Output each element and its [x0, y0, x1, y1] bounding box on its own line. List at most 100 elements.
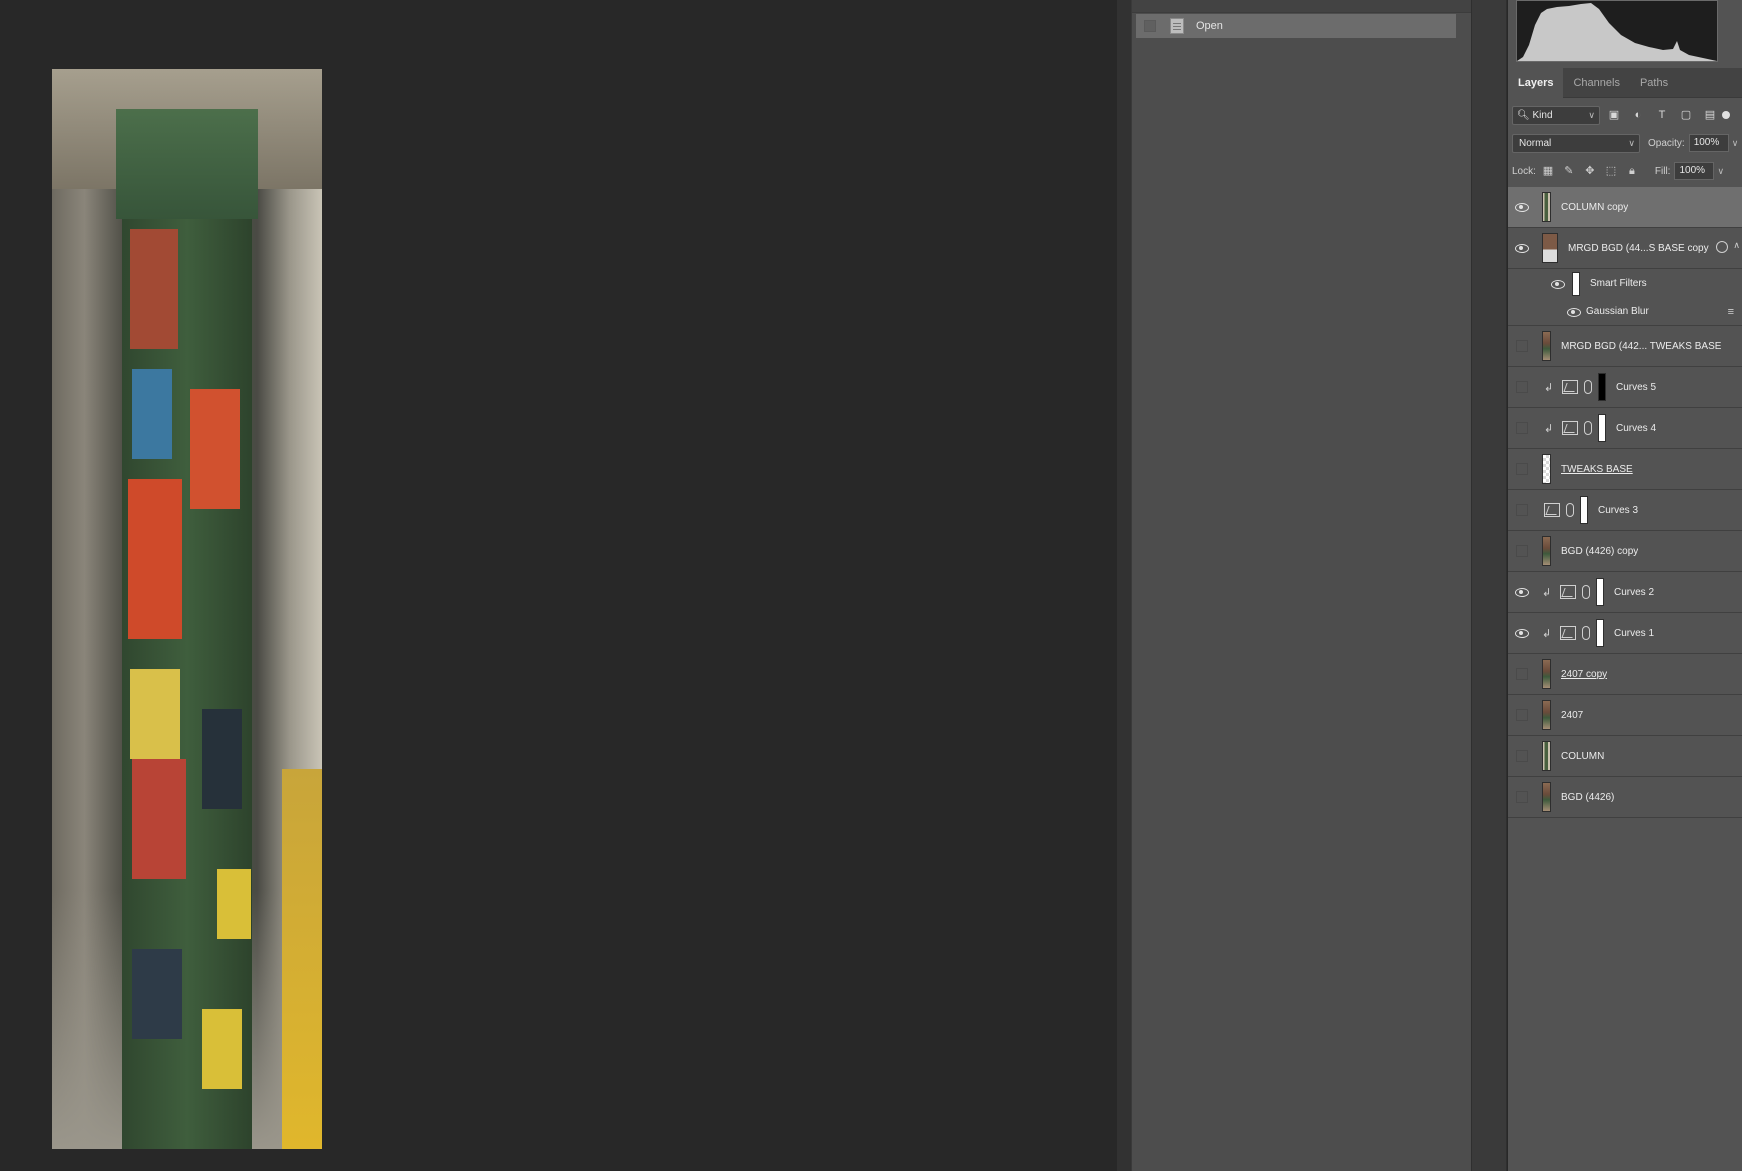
link-icon[interactable] [1566, 503, 1574, 517]
layer-row[interactable]: MRGD BGD (44...S BASE copy ∧ [1508, 228, 1742, 269]
layer-row[interactable]: COLUMN copy [1508, 187, 1742, 228]
layer-row[interactable]: BGD (4426) [1508, 777, 1742, 818]
image-column-cap [116, 109, 258, 219]
layer-row[interactable]: Curves 3 [1508, 490, 1742, 531]
collapse-filters-icon[interactable]: ∧ [1733, 240, 1740, 251]
image-poster [132, 369, 172, 459]
clipping-arrow-icon: ↲ [1542, 586, 1552, 599]
lock-artboard-icon[interactable]: ⬚ [1602, 163, 1620, 179]
layer-row[interactable]: 2407 [1508, 695, 1742, 736]
layer-row[interactable]: ↲ Curves 1 [1508, 613, 1742, 654]
layer-row[interactable]: ↲ Curves 5 [1508, 367, 1742, 408]
clipping-arrow-icon: ↲ [1542, 627, 1552, 640]
visibility-toggle[interactable] [1516, 709, 1528, 721]
histogram-graph [1517, 3, 1717, 61]
layer-mask-thumbnail[interactable] [1580, 496, 1588, 524]
visibility-toggle[interactable] [1516, 791, 1528, 803]
history-snapshot-checkbox[interactable] [1144, 20, 1156, 32]
tab-paths[interactable]: Paths [1630, 68, 1678, 98]
layer-name: Curves 5 [1616, 381, 1657, 393]
layer-mask-thumbnail[interactable] [1596, 619, 1604, 647]
curves-adjustment-icon [1560, 626, 1576, 640]
smart-filters-row[interactable]: Smart Filters [1508, 269, 1742, 298]
history-item-open[interactable]: Open [1136, 14, 1456, 38]
visibility-toggle[interactable] [1516, 545, 1528, 557]
lock-transparent-pixels-icon[interactable]: ▦ [1539, 163, 1557, 179]
layer-name: Curves 3 [1598, 504, 1639, 516]
visibility-eye-icon[interactable] [1514, 625, 1530, 641]
blend-mode-select[interactable]: Normal ∨ [1512, 133, 1640, 153]
link-icon[interactable] [1582, 585, 1590, 599]
layer-thumbnail [1542, 741, 1551, 771]
layer-thumbnail [1542, 331, 1551, 361]
shape-layer-filter-icon[interactable]: ▢ [1676, 106, 1696, 124]
link-icon[interactable] [1584, 380, 1592, 394]
visibility-eye-icon[interactable] [1566, 304, 1582, 320]
chevron-down-icon: ∨ [1588, 109, 1595, 120]
type-layer-filter-icon[interactable]: T [1652, 106, 1672, 124]
link-icon[interactable] [1584, 421, 1592, 435]
fill-field[interactable]: 100% [1674, 162, 1715, 180]
visibility-toggle[interactable] [1516, 422, 1528, 434]
histogram-panel [1516, 0, 1718, 62]
clipping-arrow-icon: ↲ [1544, 381, 1554, 394]
layer-row[interactable]: MRGD BGD (442... TWEAKS BASE [1508, 326, 1742, 367]
visibility-toggle[interactable] [1516, 381, 1528, 393]
canvas-vertical-scrollbar[interactable] [1117, 0, 1141, 1171]
link-icon[interactable] [1582, 626, 1590, 640]
visibility-toggle[interactable] [1516, 504, 1528, 516]
lock-fill-row: Lock: ▦ ✎ ✥ ⬚ 🔒︎ Fill: 100% ∨ [1512, 161, 1742, 181]
layer-name: TWEAKS BASE [1561, 463, 1633, 475]
layer-name: MRGD BGD (442... TWEAKS BASE [1561, 340, 1722, 352]
smart-object-thumbnail [1542, 233, 1558, 263]
filter-toggle-icon[interactable] [1722, 111, 1730, 119]
layer-row[interactable]: 2407 copy [1508, 654, 1742, 695]
filter-kind-select[interactable]: 🔍︎ Kind ∨ [1512, 105, 1600, 125]
visibility-eye-icon[interactable] [1514, 199, 1530, 215]
layer-row[interactable]: TWEAKS BASE [1508, 449, 1742, 490]
filter-blending-options-icon[interactable]: ≡ [1728, 306, 1734, 318]
layer-row[interactable]: BGD (4426) copy [1508, 531, 1742, 572]
visibility-toggle[interactable] [1516, 750, 1528, 762]
image-poster [132, 759, 186, 879]
layer-mask-thumbnail[interactable] [1598, 414, 1606, 442]
photoshop-window: Open Layers Channels Paths 🔍︎ Kind ∨ ▣ ◐… [0, 0, 1742, 1171]
layer-thumbnail [1542, 536, 1551, 566]
visibility-toggle[interactable] [1516, 463, 1528, 475]
layer-name: Gaussian Blur [1586, 306, 1649, 317]
curves-adjustment-icon [1544, 503, 1560, 517]
lock-all-icon[interactable]: 🔒︎ [1623, 163, 1641, 179]
layer-name: Curves 2 [1614, 586, 1655, 598]
layer-mask-thumbnail[interactable] [1596, 578, 1604, 606]
visibility-toggle[interactable] [1516, 668, 1528, 680]
image-poster [190, 389, 240, 509]
visibility-eye-icon[interactable] [1514, 584, 1530, 600]
layer-row[interactable]: COLUMN [1508, 736, 1742, 777]
curves-adjustment-icon [1562, 421, 1578, 435]
layer-name: MRGD BGD (44...S BASE copy [1568, 242, 1709, 254]
smart-object-filter-icon[interactable]: ▤ [1700, 106, 1720, 124]
lock-image-pixels-icon[interactable]: ✎ [1560, 163, 1578, 179]
pixel-layer-filter-icon[interactable]: ▣ [1604, 106, 1624, 124]
filter-row-gaussian-blur[interactable]: Gaussian Blur ≡ [1508, 298, 1742, 326]
history-panel: Open [1131, 0, 1471, 1171]
layer-name: Curves 4 [1616, 422, 1657, 434]
opacity-dropdown-icon[interactable]: ∨ [1732, 138, 1739, 149]
lock-position-icon[interactable]: ✥ [1581, 163, 1599, 179]
fill-dropdown-icon[interactable]: ∨ [1717, 166, 1724, 177]
filter-mask-thumbnail [1572, 271, 1580, 296]
layer-row[interactable]: ↲ Curves 4 [1508, 408, 1742, 449]
opacity-field[interactable]: 100% [1688, 134, 1729, 152]
visibility-eye-icon[interactable] [1550, 276, 1566, 292]
layer-row[interactable]: ↲ Curves 2 [1508, 572, 1742, 613]
adjustment-layer-filter-icon[interactable]: ◐ [1628, 106, 1648, 124]
canvas-image[interactable] [52, 69, 322, 1149]
lock-label: Lock: [1512, 165, 1536, 177]
visibility-eye-icon[interactable] [1514, 240, 1530, 256]
document-canvas[interactable] [0, 0, 1117, 1171]
blend-mode-value: Normal [1519, 137, 1552, 149]
layer-mask-thumbnail[interactable] [1598, 373, 1606, 401]
visibility-toggle[interactable] [1516, 340, 1528, 352]
tab-channels[interactable]: Channels [1563, 68, 1629, 98]
tab-layers[interactable]: Layers [1508, 68, 1564, 98]
